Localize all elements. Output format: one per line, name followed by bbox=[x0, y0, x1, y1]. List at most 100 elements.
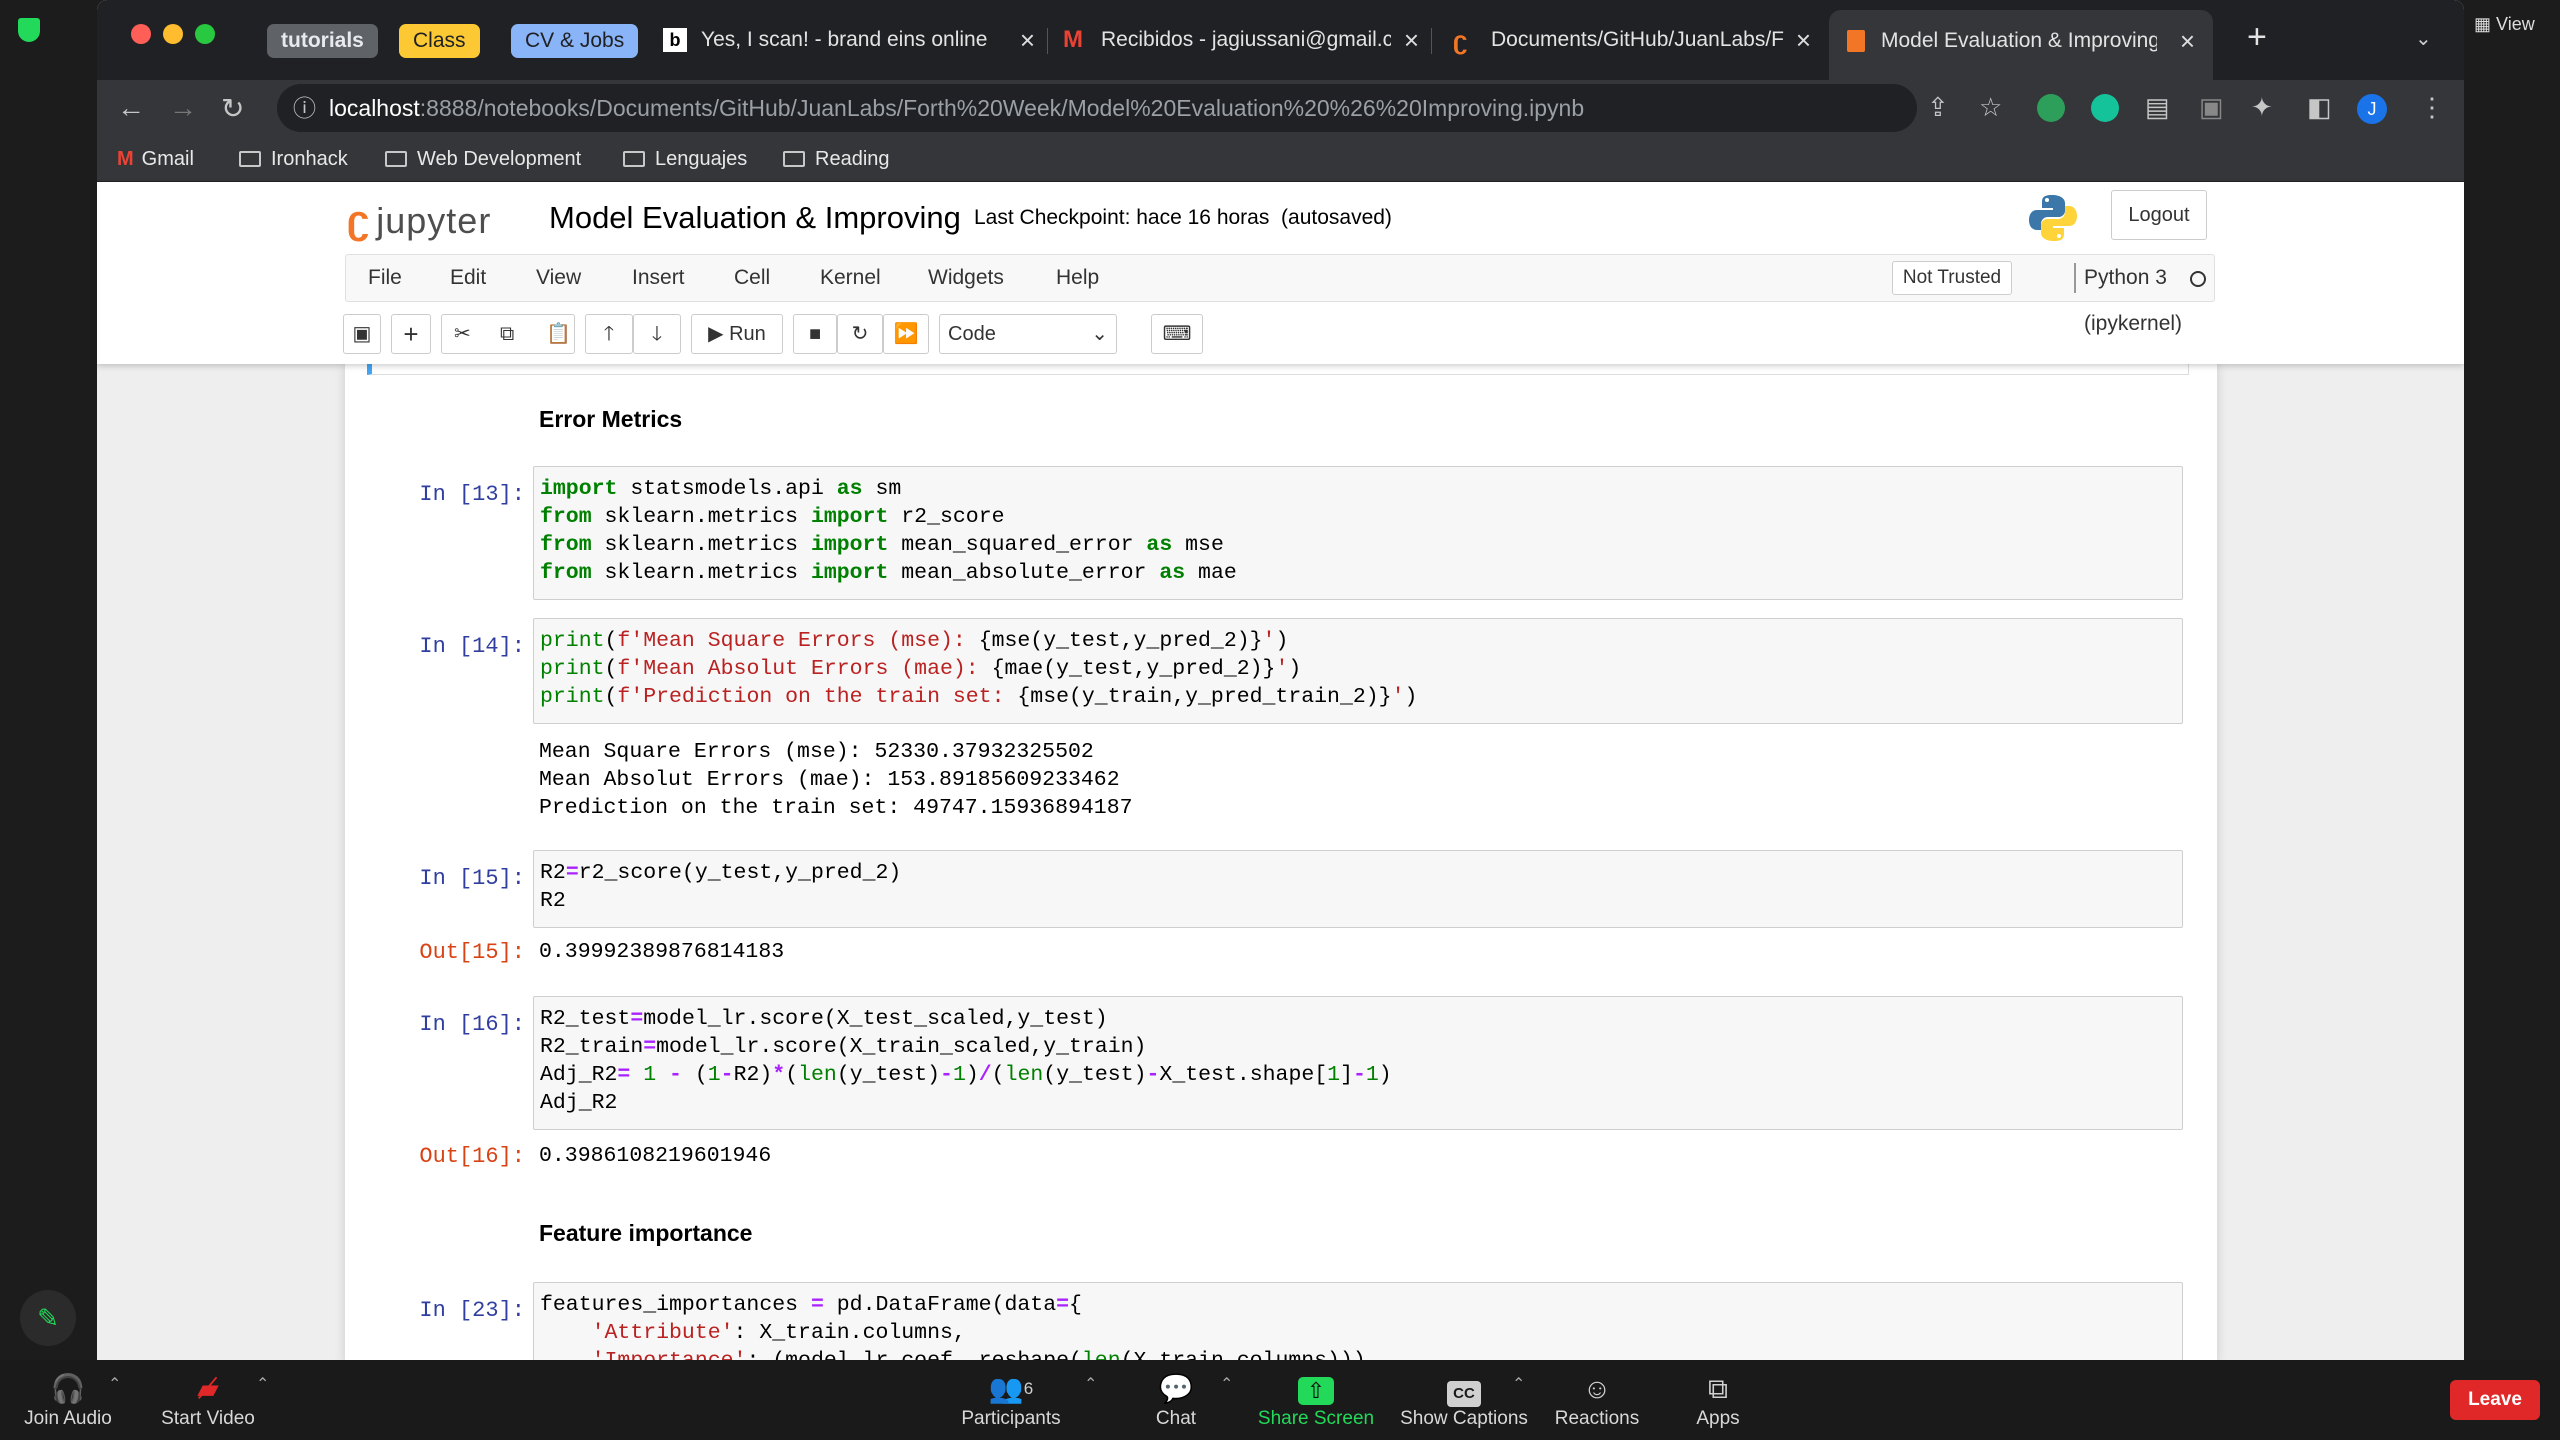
forward-button[interactable]: → bbox=[169, 92, 197, 124]
cut-button[interactable]: ✂ ⧉ 📋 bbox=[441, 314, 575, 354]
prompt-in-15: In [15]: bbox=[419, 866, 525, 891]
not-trusted-button[interactable]: Not Trusted bbox=[1892, 261, 2012, 295]
close-tab-icon[interactable]: × bbox=[1796, 14, 1811, 66]
tab-group-cv-jobs[interactable]: CV & Jobs bbox=[511, 24, 639, 58]
gmail-favicon: M bbox=[1063, 26, 1083, 53]
video-options-caret[interactable]: ⌃ bbox=[256, 1374, 269, 1394]
browser-menu-icon[interactable]: ⋮ bbox=[2419, 92, 2445, 123]
extension-green-icon[interactable] bbox=[2037, 94, 2065, 122]
gmail-icon: M bbox=[117, 148, 134, 170]
fast-forward-icon: ⏩ bbox=[893, 323, 919, 345]
bookmarks-bar: M Gmail Ironhack Web Development Lenguaje… bbox=[97, 136, 2464, 182]
code-cell-15[interactable]: R2=r2_score(y_test,y_pred_2) R2 bbox=[533, 850, 2183, 928]
tab-model-evaluation[interactable]: Model Evaluation & Improving × bbox=[1829, 10, 2213, 80]
lock-extension-icon[interactable]: ▣ bbox=[2199, 92, 2224, 123]
apps-icon: ⧉ bbox=[1708, 1373, 1728, 1404]
code-cell-16[interactable]: R2_test=model_lr.score(X_test_scaled,y_t… bbox=[533, 996, 2183, 1130]
scissors-icon: ✂ bbox=[454, 323, 471, 345]
back-button[interactable]: ← bbox=[117, 92, 145, 124]
jupyter-logo[interactable]: ʗ jupyter bbox=[347, 198, 491, 243]
menu-view[interactable]: View bbox=[536, 255, 581, 301]
tab-strip: tutorials Class CV & Jobs b Yes, I scan! … bbox=[97, 0, 2464, 80]
notebook-title[interactable]: Model Evaluation & Improving bbox=[549, 200, 961, 236]
extensions-puzzle-icon[interactable]: ✦ bbox=[2251, 92, 2273, 123]
side-panel-icon[interactable]: ◧ bbox=[2307, 92, 2332, 123]
close-tab-icon[interactable]: × bbox=[1404, 14, 1419, 66]
tab-brand-eins[interactable]: b Yes, I scan! - brand eins online × bbox=[663, 14, 1035, 66]
save-button[interactable]: ▣ bbox=[343, 314, 381, 354]
logout-button[interactable]: Logout bbox=[2111, 190, 2207, 240]
close-window-button[interactable] bbox=[131, 24, 151, 44]
menu-cell[interactable]: Cell bbox=[734, 255, 770, 301]
restart-button[interactable]: ↻ bbox=[837, 314, 883, 354]
cell-type-select[interactable]: Code ⌄ bbox=[939, 314, 1117, 354]
bookmark-web-development[interactable]: Web Development bbox=[385, 142, 581, 176]
bookmark-ironhack[interactable]: Ironhack bbox=[239, 142, 348, 176]
maximize-window-button[interactable] bbox=[195, 24, 215, 44]
share-screen-icon: ⇧ bbox=[1256, 1370, 1376, 1408]
folder-icon bbox=[783, 151, 805, 167]
start-video-button[interactable]: ▰̸ Start Video bbox=[150, 1370, 266, 1430]
tab-group-class[interactable]: Class bbox=[399, 24, 480, 58]
share-icon[interactable]: ⇪ bbox=[1927, 92, 1949, 123]
new-tab-button[interactable]: + bbox=[2247, 18, 2267, 57]
move-down-button[interactable]: 🡓 bbox=[633, 314, 681, 354]
participants-button[interactable]: 👥6 Participants bbox=[956, 1370, 1066, 1430]
info-icon: ⓘ bbox=[293, 95, 316, 121]
menu-widgets[interactable]: Widgets bbox=[928, 255, 1004, 301]
prompt-out-16: Out[16]: bbox=[419, 1144, 525, 1169]
audio-options-caret[interactable]: ⌃ bbox=[108, 1374, 121, 1394]
code-cell-14[interactable]: print(f'Mean Square Errors (mse): {mse(y… bbox=[533, 618, 2183, 724]
reactions-button[interactable]: ☺ Reactions bbox=[1552, 1370, 1642, 1430]
menu-insert[interactable]: Insert bbox=[632, 255, 685, 301]
menu-help[interactable]: Help bbox=[1056, 255, 1099, 301]
tab-title: Yes, I scan! - brand eins online bbox=[701, 28, 988, 51]
apps-button[interactable]: ⧉ Apps bbox=[1690, 1370, 1746, 1430]
output-14-line-3: Prediction on the train set: 49747.15936… bbox=[539, 796, 1133, 820]
reload-button[interactable]: ↻ bbox=[221, 92, 244, 125]
join-audio-button[interactable]: 🎧 Join Audio bbox=[16, 1370, 120, 1430]
menu-kernel[interactable]: Kernel bbox=[820, 255, 881, 301]
bookmark-gmail[interactable]: M Gmail bbox=[117, 142, 194, 176]
code-cell-23[interactable]: features_importances = pd.DataFrame(data… bbox=[533, 1282, 2183, 1360]
chat-options-caret[interactable]: ⌃ bbox=[1220, 1374, 1233, 1394]
doc-extension-icon[interactable]: ▤ bbox=[2145, 92, 2170, 123]
bookmark-lenguajes[interactable]: Lenguajes bbox=[623, 142, 747, 176]
tab-jupyter-tree[interactable]: ʗ Documents/GitHub/JuanLabs/F × bbox=[1453, 14, 1811, 66]
checkpoint-status: Last Checkpoint: hace 16 horas (autosave… bbox=[974, 206, 1392, 229]
url-field[interactable]: ⓘ localhost:8888/notebooks/Documents/GitH… bbox=[277, 84, 1917, 132]
tab-search-button[interactable]: ⌄ bbox=[2415, 26, 2432, 51]
tab-separator bbox=[1431, 28, 1432, 54]
chat-button[interactable]: 💬 Chat bbox=[1146, 1370, 1206, 1430]
annotate-pencil-button[interactable]: ✎ bbox=[20, 1290, 76, 1346]
leave-button[interactable]: Leave bbox=[2450, 1380, 2540, 1420]
profile-avatar[interactable]: J bbox=[2357, 94, 2387, 124]
code-cell-13[interactable]: import statsmodels.api as sm from sklear… bbox=[533, 466, 2183, 600]
tab-gmail[interactable]: M Recibidos - jagiussani@gmail.c × bbox=[1063, 14, 1419, 66]
play-icon: ▶ bbox=[708, 323, 730, 345]
menu-edit[interactable]: Edit bbox=[450, 255, 486, 301]
bookmark-star-icon[interactable]: ☆ bbox=[1979, 92, 2002, 123]
move-up-button[interactable]: 🡑 bbox=[585, 314, 633, 354]
paste-icon: 📋 bbox=[546, 323, 571, 345]
captions-options-caret[interactable]: ⌃ bbox=[1512, 1374, 1525, 1394]
grammarly-icon[interactable] bbox=[2091, 94, 2119, 122]
participants-options-caret[interactable]: ⌃ bbox=[1084, 1374, 1097, 1394]
close-tab-icon[interactable]: × bbox=[2180, 10, 2195, 72]
kernel-name[interactable]: Python 3 (ipykernel) bbox=[2084, 255, 2214, 347]
restart-run-all-button[interactable]: ⏩ bbox=[883, 314, 929, 354]
share-screen-button[interactable]: ⇧ Share Screen bbox=[1256, 1370, 1376, 1430]
minimize-window-button[interactable] bbox=[163, 24, 183, 44]
jupyter-page: ʗ jupyter Model Evaluation & Improving La… bbox=[97, 182, 2464, 1360]
command-palette-button[interactable]: ⌨ bbox=[1151, 314, 1203, 354]
run-button[interactable]: ▶ Run bbox=[691, 314, 783, 354]
interrupt-button[interactable]: ■ bbox=[793, 314, 837, 354]
insert-cell-button[interactable]: + bbox=[391, 314, 431, 354]
close-tab-icon[interactable]: × bbox=[1020, 14, 1035, 66]
menu-file[interactable]: File bbox=[368, 255, 402, 301]
zoom-view-button[interactable]: ▦ View bbox=[2474, 14, 2535, 35]
kernel-status-icon bbox=[2190, 271, 2206, 287]
bookmark-reading[interactable]: Reading bbox=[783, 142, 890, 176]
tab-title: Recibidos - jagiussani@gmail.c bbox=[1101, 28, 1391, 51]
tab-group-tutorials[interactable]: tutorials bbox=[267, 24, 378, 58]
